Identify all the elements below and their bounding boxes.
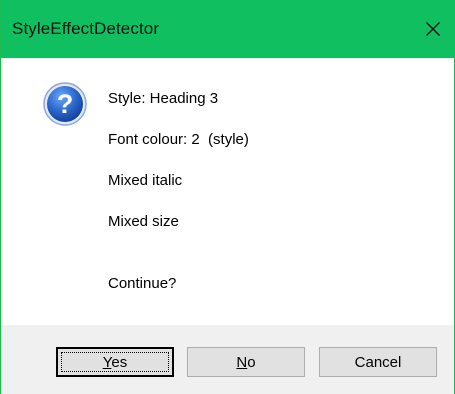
message-mixed-size: Mixed size xyxy=(108,213,179,230)
message-mixed-italic: Mixed italic xyxy=(108,172,183,189)
yes-button[interactable]: Yes xyxy=(56,347,174,377)
cancel-button-label: Cancel xyxy=(354,353,402,371)
message-area: ? Style: Heading 3 Font colour: 2 (style… xyxy=(1,58,454,325)
message-font-colour: Font colour: 2 (style) xyxy=(108,131,249,148)
message-style: Style: Heading 3 xyxy=(108,90,219,107)
yes-button-label: Yes xyxy=(102,353,128,371)
title-bar[interactable]: StyleEffectDetector xyxy=(1,0,455,58)
close-icon xyxy=(426,22,440,36)
button-bar: Yes No Cancel xyxy=(1,325,454,394)
question-icon: ? xyxy=(41,80,89,128)
message-continue: Continue? xyxy=(108,275,177,292)
no-button-label: No xyxy=(236,353,256,371)
cancel-button[interactable]: Cancel xyxy=(319,347,437,377)
no-button[interactable]: No xyxy=(187,347,305,377)
dialog-title: StyleEffectDetector xyxy=(12,19,160,38)
close-button[interactable] xyxy=(410,0,455,58)
dialog-window: StyleEffectDetector ? Style: Heading 3 F… xyxy=(0,0,455,394)
svg-text:?: ? xyxy=(57,89,74,119)
